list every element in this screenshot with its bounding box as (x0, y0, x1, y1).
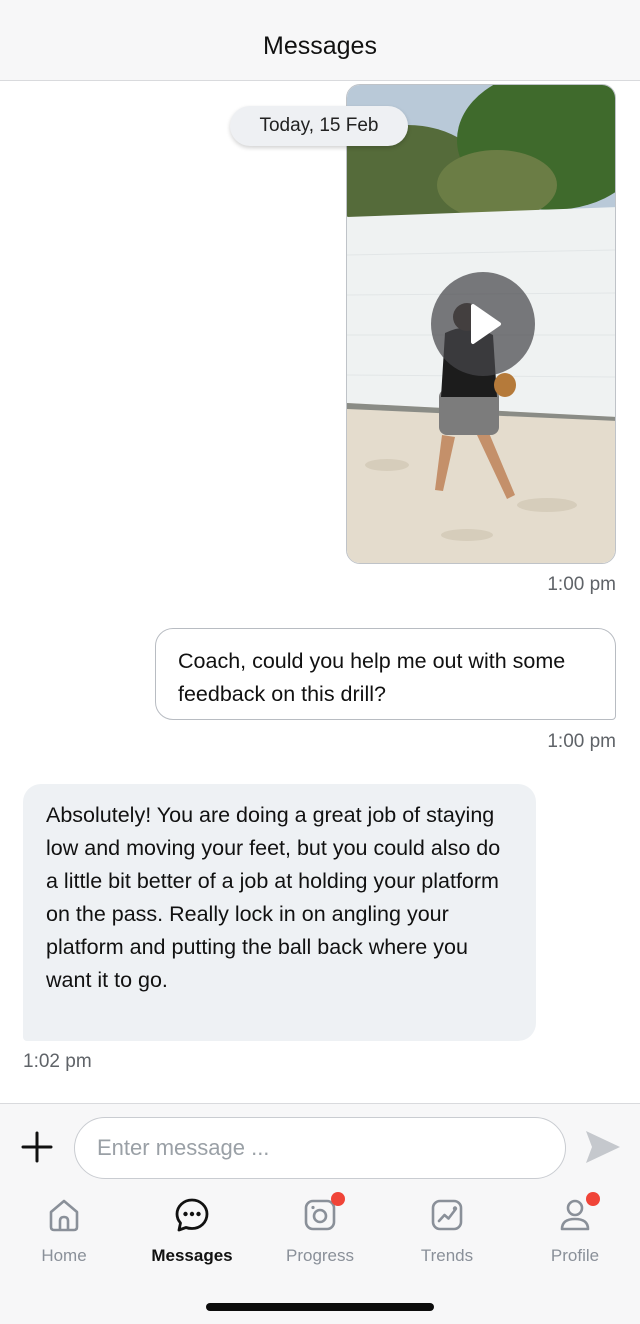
person-icon (556, 1192, 600, 1234)
home-indicator (206, 1303, 434, 1311)
send-button[interactable] (584, 1129, 622, 1165)
nav-label-trends: Trends (420, 1246, 474, 1265)
nav-label-home: Home (41, 1246, 87, 1265)
send-icon (586, 1131, 620, 1163)
message-timestamp: 1:00 pm (547, 574, 616, 595)
nav-item-messages[interactable]: Messages (132, 1196, 252, 1276)
plus-icon (21, 1131, 53, 1163)
app-header: Messages (0, 0, 640, 81)
nav-item-profile[interactable]: Profile (515, 1192, 635, 1276)
nav-label-messages: Messages (151, 1246, 233, 1265)
trend-chart-icon (428, 1196, 466, 1234)
nav-label-progress: Progress (285, 1246, 355, 1265)
nav-item-progress[interactable]: Progress (260, 1192, 380, 1276)
home-icon (45, 1196, 83, 1234)
nav-item-trends[interactable]: Trends (387, 1196, 507, 1276)
add-attachment-button[interactable] (20, 1130, 54, 1164)
notification-badge (586, 1192, 600, 1206)
nav-item-home[interactable]: Home (4, 1196, 124, 1276)
outgoing-message-bubble: Coach, could you help me out with some f… (155, 628, 616, 720)
message-timestamp: 1:02 pm (23, 1051, 92, 1072)
notification-badge (331, 1192, 345, 1206)
incoming-message-bubble: Absolutely! You are doing a great job of… (23, 784, 536, 1041)
date-divider: Today, 15 Feb (230, 106, 408, 146)
message-timestamp: 1:00 pm (547, 731, 616, 752)
play-icon (471, 304, 501, 344)
play-video-button[interactable] (431, 272, 535, 376)
camera-icon (301, 1192, 345, 1234)
chat-bubble-icon (173, 1196, 211, 1234)
page-title: Messages (263, 31, 377, 60)
video-message-thumbnail[interactable] (346, 84, 616, 564)
nav-label-profile: Profile (550, 1246, 600, 1265)
message-input[interactable] (74, 1117, 566, 1179)
